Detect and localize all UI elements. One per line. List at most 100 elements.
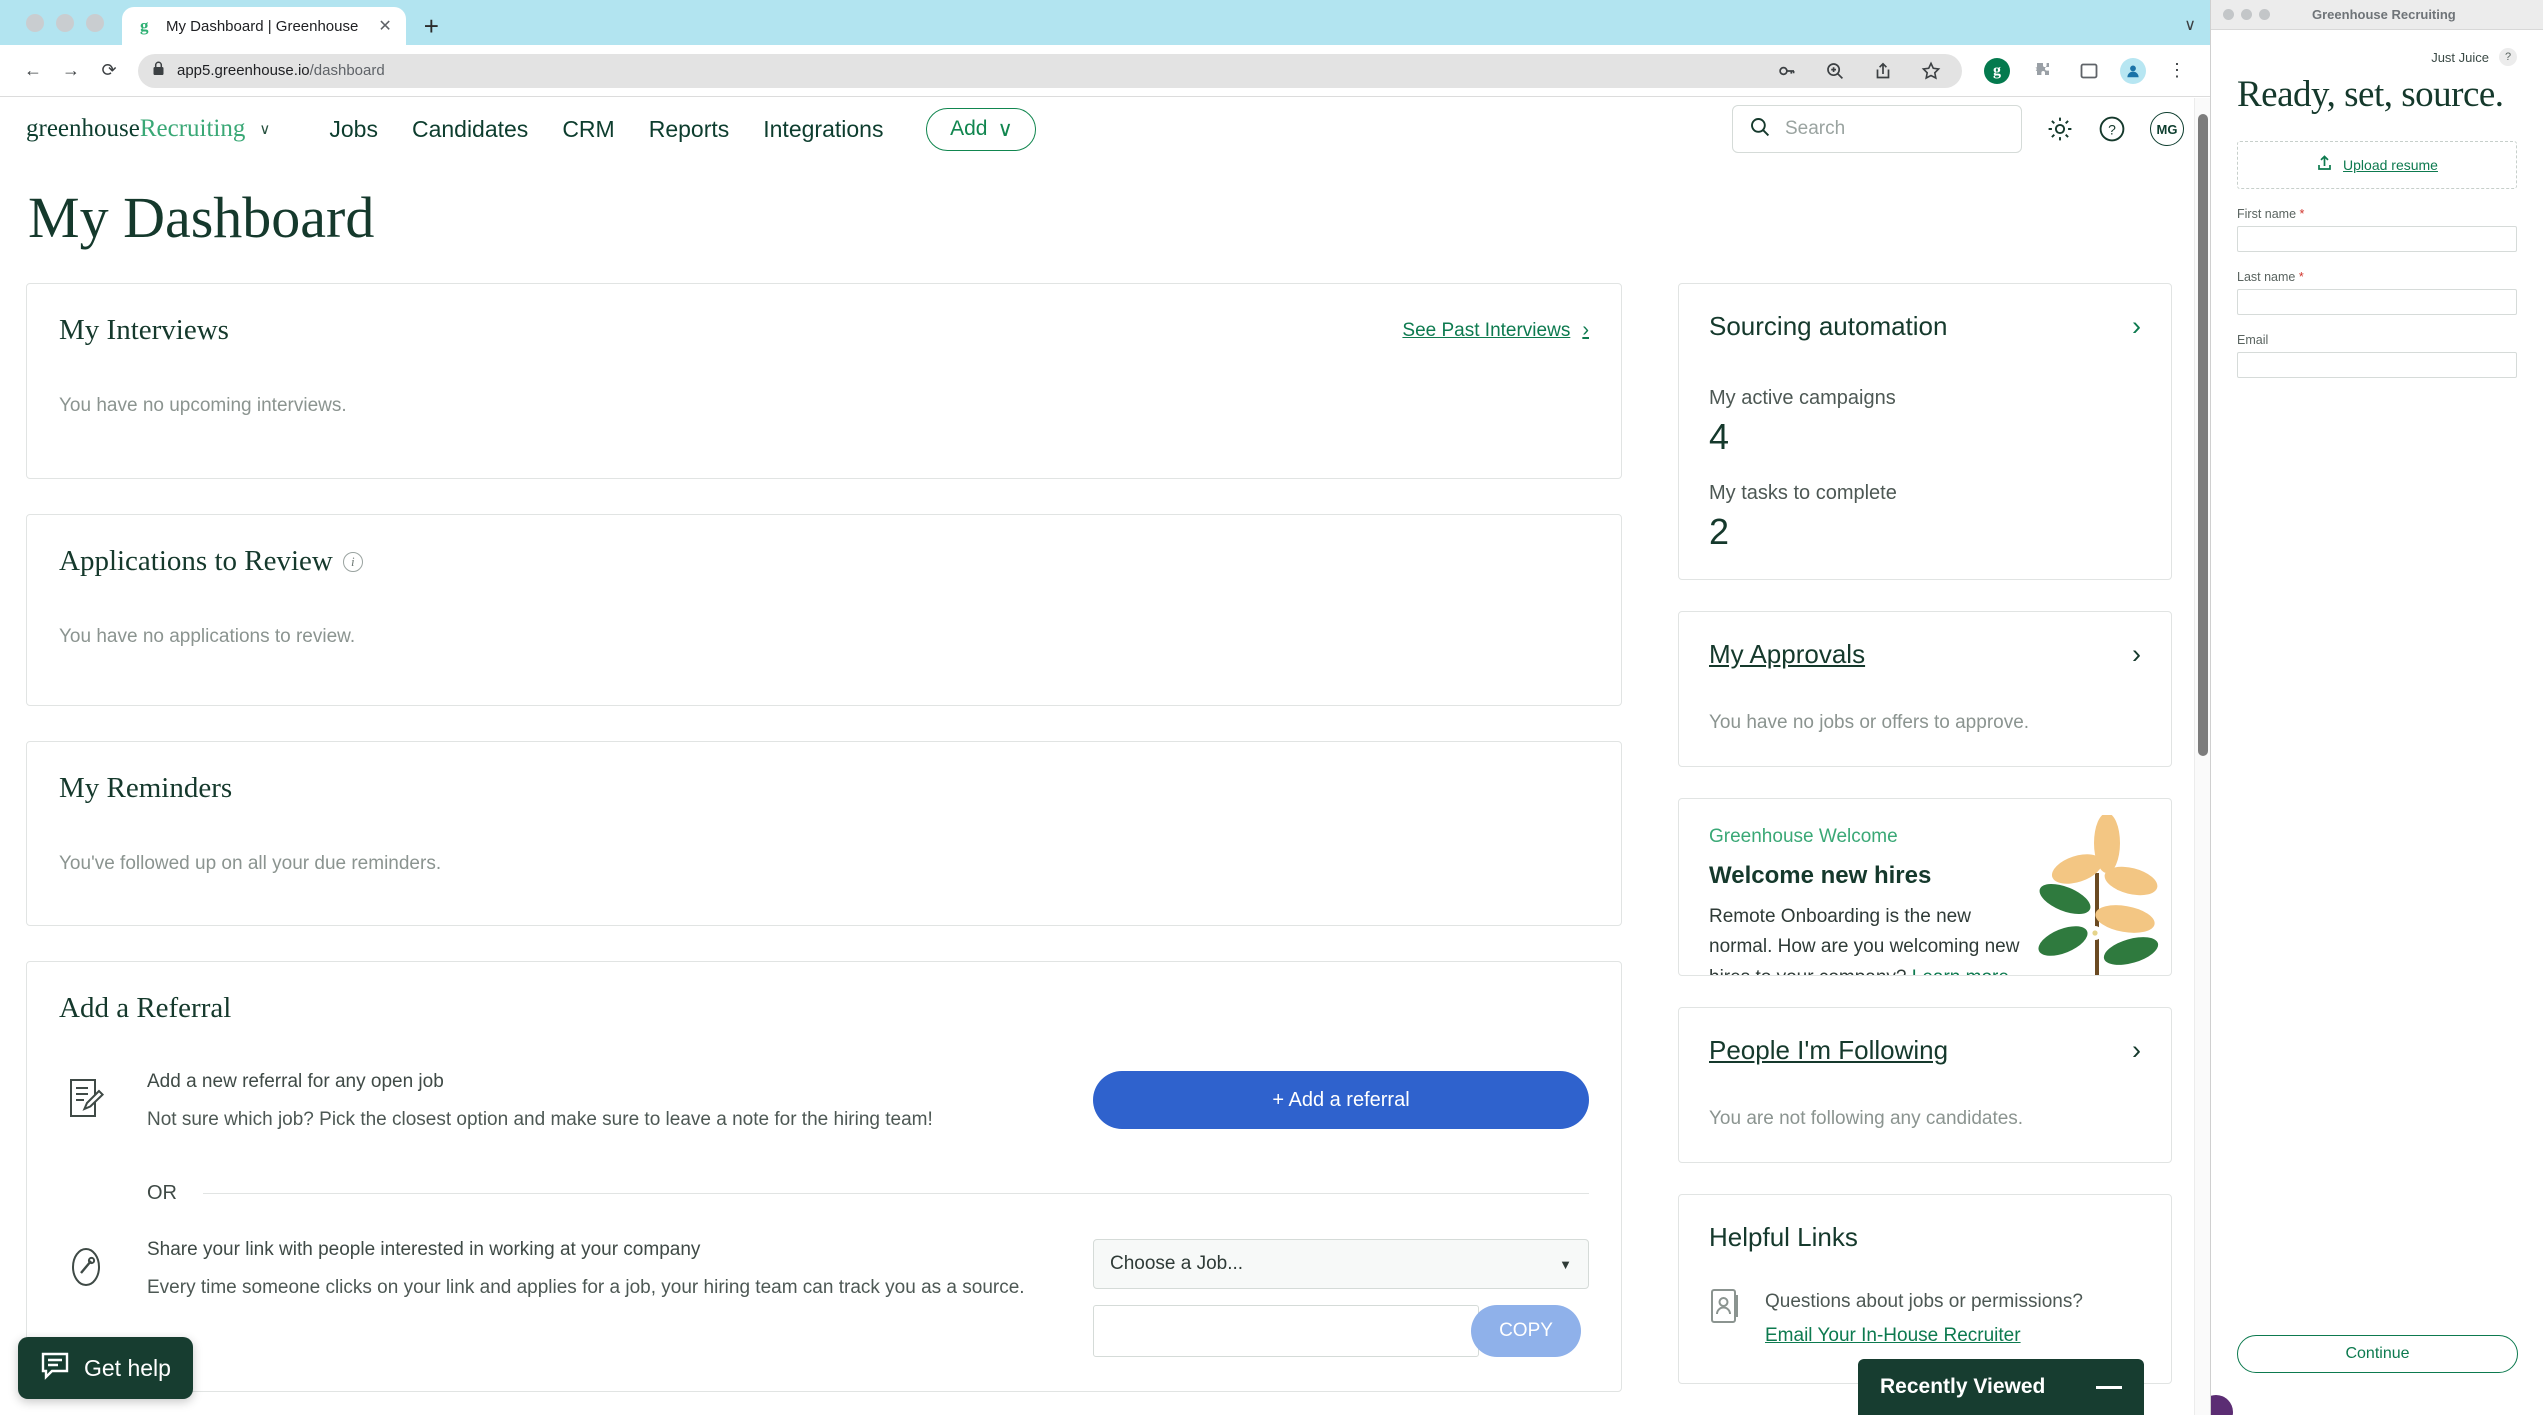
omnibox-actions	[1770, 54, 1948, 88]
tasks-to-complete-label: My tasks to complete	[1709, 482, 1897, 504]
last-name-label: Last name *	[2237, 270, 2304, 285]
app-navbar: greenhouseRecruiting ∨ Jobs Candidates C…	[0, 98, 2210, 160]
referral-new-text: Add a new referral for any open job Not …	[147, 1071, 1059, 1134]
tasks-to-complete-value: 2	[1709, 511, 1730, 552]
side-panel-icon[interactable]	[2072, 54, 2106, 88]
bookmark-star-icon[interactable]	[1914, 54, 1948, 88]
first-name-field[interactable]	[2237, 226, 2517, 253]
panel-minimize-button[interactable]	[2241, 9, 2252, 20]
upload-resume-dropzone[interactable]: Upload resume	[2237, 141, 2517, 190]
greenhouse-extension-icon[interactable]: g	[1984, 57, 2010, 84]
browser-menu-icon[interactable]: ⋮	[2160, 54, 2194, 88]
panel-maximize-button[interactable]	[2259, 9, 2270, 20]
helpful-link-item: Questions about jobs or permissions? Ema…	[1709, 1287, 2141, 1352]
question-mark-icon[interactable]: ?	[2499, 48, 2517, 66]
recently-viewed-bar[interactable]: Recently Viewed	[1858, 1359, 2144, 1415]
my-approvals-card: My Approvals › You have no jobs or offer…	[1678, 611, 2172, 767]
chat-bubble-icon	[40, 1350, 70, 1386]
upload-resume-label: Upload resume	[2343, 157, 2438, 174]
navbar-right: Search ? MG	[1732, 105, 2184, 153]
page-scrollbar[interactable]	[2194, 98, 2210, 1415]
my-reminders-empty: You've followed up on all your due remin…	[59, 853, 442, 874]
see-past-interviews-link[interactable]: See Past Interviews ›	[1402, 319, 1589, 342]
my-interviews-title: My Interviews	[59, 314, 229, 346]
email-recruiter-link[interactable]: Email Your In-House Recruiter	[1765, 1321, 2083, 1351]
window-traffic-lights[interactable]	[0, 14, 122, 45]
add-a-referral-card: Add a Referral Add a new referral for an…	[26, 961, 1622, 1393]
recently-viewed-label: Recently Viewed	[1880, 1375, 2046, 1398]
puzzle-icon[interactable]	[2024, 54, 2058, 88]
choose-a-job-select[interactable]: Choose a Job... ▼	[1093, 1239, 1589, 1290]
svg-text:?: ?	[2108, 121, 2116, 137]
add-button[interactable]: Add ∨	[926, 107, 1037, 151]
search-input[interactable]: Search	[1732, 105, 2022, 153]
add-referral-button[interactable]: + Add a referral	[1093, 1071, 1589, 1129]
reload-icon[interactable]: ⟳	[92, 54, 126, 88]
applications-to-review-card: Applications to Review i You have no app…	[26, 514, 1622, 706]
nav-item-candidates[interactable]: Candidates	[395, 116, 545, 143]
people-im-following-title[interactable]: People I'm Following	[1709, 1035, 1948, 1066]
profile-avatar-icon[interactable]	[2120, 57, 2146, 84]
active-campaigns-value: 4	[1709, 416, 1730, 457]
question-circle-icon[interactable]: ?	[2098, 115, 2126, 143]
note-edit-icon	[59, 1071, 113, 1121]
panel-user-row: Just Juice ?	[2237, 48, 2517, 66]
card-header: Add a Referral	[59, 992, 1589, 1025]
info-icon[interactable]: i	[342, 551, 363, 572]
nav-item-reports[interactable]: Reports	[632, 116, 747, 143]
referral-new-row: Add a new referral for any open job Not …	[59, 1071, 1589, 1134]
last-name-group: Last name *	[2237, 270, 2517, 316]
my-approvals-title[interactable]: My Approvals	[1709, 639, 1865, 670]
maximize-window-button[interactable]	[86, 14, 104, 32]
email-field[interactable]	[2237, 352, 2517, 379]
learn-more-link[interactable]: Learn more	[1912, 967, 2009, 975]
link-chain-icon	[59, 1239, 113, 1289]
continue-button[interactable]: Continue	[2237, 1335, 2518, 1373]
panel-close-button[interactable]	[2223, 9, 2234, 20]
key-icon[interactable]	[1770, 54, 1804, 88]
add-button-label: Add	[950, 117, 988, 140]
address-bar[interactable]: app5.greenhouse.io/dashboard	[138, 53, 1962, 88]
email-label: Email	[2237, 333, 2269, 348]
minimize-window-button[interactable]	[56, 14, 74, 32]
get-help-button[interactable]: Get help	[18, 1337, 193, 1399]
referral-link-input[interactable]	[1093, 1305, 1479, 1358]
close-tab-icon[interactable]: ✕	[378, 16, 391, 36]
greenhouse-welcome-card: Greenhouse Welcome Welcome new hires Rem…	[1678, 798, 2172, 976]
last-name-field[interactable]	[2237, 289, 2517, 316]
first-name-group: First name *	[2237, 207, 2517, 253]
browser-tab[interactable]: g My Dashboard | Greenhouse ✕	[122, 7, 406, 45]
zoom-icon[interactable]	[1818, 54, 1852, 88]
chevron-right-icon[interactable]: ›	[2132, 313, 2141, 340]
greenhouse-logo-icon: g	[140, 16, 149, 35]
panel-footer: Continue	[2211, 1335, 2543, 1373]
browser-toolbar: ← → ⟳ app5.greenhouse.io/dashboard g ⋮	[0, 45, 2210, 97]
chevron-right-icon[interactable]: ›	[2132, 1037, 2141, 1064]
avatar[interactable]: MG	[2150, 112, 2184, 146]
nav-item-jobs[interactable]: Jobs	[312, 116, 395, 143]
scrollbar-thumb[interactable]	[2198, 114, 2208, 756]
logo-chevron-down-icon[interactable]: ∨	[259, 120, 270, 138]
id-badge-icon	[1709, 1287, 1741, 1352]
card-header: My Reminders	[59, 772, 1589, 805]
gear-icon[interactable]	[2046, 115, 2074, 143]
app-logo[interactable]: greenhouseRecruiting	[26, 115, 245, 143]
nav-item-integrations[interactable]: Integrations	[746, 116, 900, 143]
new-tab-button[interactable]: +	[406, 13, 457, 45]
nav-item-crm[interactable]: CRM	[545, 116, 631, 143]
referral-new-line2: Not sure which job? Pick the closest opt…	[147, 1109, 933, 1130]
back-icon[interactable]: ←	[16, 54, 50, 88]
chevron-down-icon[interactable]: ∨	[2184, 17, 2196, 34]
card-header: Helpful Links	[1709, 1222, 2141, 1253]
close-window-button[interactable]	[26, 14, 44, 32]
minimize-icon[interactable]	[2096, 1385, 2122, 1389]
panel-traffic-lights[interactable]	[2211, 9, 2270, 20]
required-asterisk: *	[2299, 207, 2305, 222]
card-header: My Approvals ›	[1709, 639, 2141, 670]
referral-link-controls: Choose a Job... ▼ COPY	[1093, 1239, 1589, 1358]
chevron-right-icon[interactable]: ›	[2132, 641, 2141, 668]
copy-button[interactable]: COPY	[1471, 1305, 1581, 1358]
forward-icon[interactable]: →	[54, 54, 88, 88]
page-content: My Dashboard My Interviews See Past Inte…	[0, 184, 2210, 1415]
share-icon[interactable]	[1866, 54, 1900, 88]
